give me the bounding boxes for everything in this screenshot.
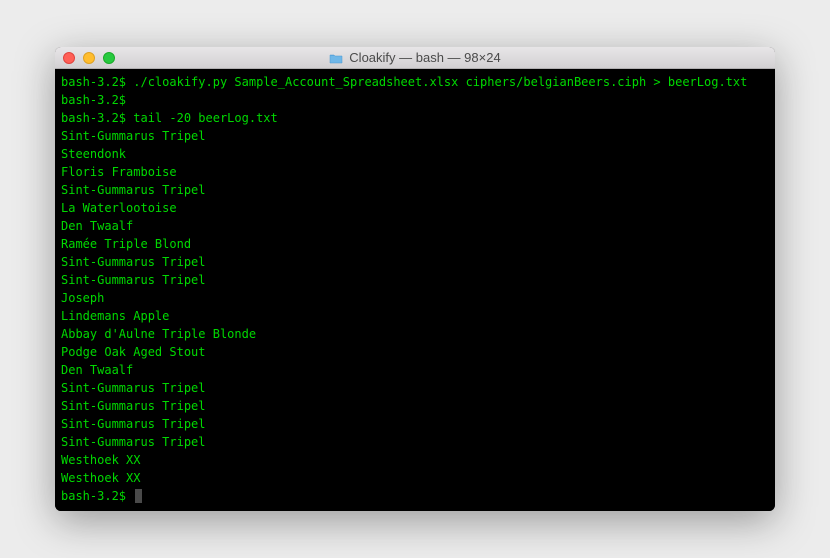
prompt: bash-3.2$ — [61, 75, 133, 89]
output-text: Lindemans Apple — [61, 309, 169, 323]
terminal-line: bash-3.2$ ./cloakify.py Sample_Account_S… — [61, 73, 769, 91]
terminal-line: bash-3.2$ tail -20 beerLog.txt — [61, 109, 769, 127]
command-text: ./cloakify.py Sample_Account_Spreadsheet… — [133, 75, 747, 89]
terminal-line: Ramée Triple Blond — [61, 235, 769, 253]
terminal-line: Lindemans Apple — [61, 307, 769, 325]
prompt: bash-3.2$ — [61, 489, 133, 503]
terminal-line: Floris Framboise — [61, 163, 769, 181]
output-text: Joseph — [61, 291, 104, 305]
titlebar[interactable]: Cloakify — bash — 98×24 — [55, 47, 775, 69]
terminal-body[interactable]: bash-3.2$ ./cloakify.py Sample_Account_S… — [55, 69, 775, 511]
terminal-line: Joseph — [61, 289, 769, 307]
output-text: Steendonk — [61, 147, 126, 161]
cursor — [135, 489, 142, 503]
output-text: Den Twaalf — [61, 363, 133, 377]
output-text: Ramée Triple Blond — [61, 237, 191, 251]
output-text: Sint-Gummarus Tripel — [61, 435, 206, 449]
terminal-line: bash-3.2$ — [61, 487, 769, 505]
terminal-line: Sint-Gummarus Tripel — [61, 127, 769, 145]
command-text: tail -20 beerLog.txt — [133, 111, 278, 125]
terminal-line: Sint-Gummarus Tripel — [61, 271, 769, 289]
output-text: Den Twaalf — [61, 219, 133, 233]
terminal-line: Westhoek XX — [61, 469, 769, 487]
terminal-line: La Waterlootoise — [61, 199, 769, 217]
window-title: Cloakify — bash — 98×24 — [55, 50, 775, 65]
terminal-line: Sint-Gummarus Tripel — [61, 415, 769, 433]
terminal-line: Westhoek XX — [61, 451, 769, 469]
output-text: Sint-Gummarus Tripel — [61, 129, 206, 143]
terminal-line: Sint-Gummarus Tripel — [61, 253, 769, 271]
output-text: Abbay d'Aulne Triple Blonde — [61, 327, 256, 341]
output-text: Sint-Gummarus Tripel — [61, 255, 206, 269]
prompt: bash-3.2$ — [61, 93, 133, 107]
output-text: Sint-Gummarus Tripel — [61, 399, 206, 413]
terminal-line: Sint-Gummarus Tripel — [61, 433, 769, 451]
close-icon[interactable] — [63, 52, 75, 64]
minimize-icon[interactable] — [83, 52, 95, 64]
output-text: Floris Framboise — [61, 165, 177, 179]
terminal-line: Sint-Gummarus Tripel — [61, 181, 769, 199]
prompt: bash-3.2$ — [61, 111, 133, 125]
output-text: Podge Oak Aged Stout — [61, 345, 206, 359]
terminal-line: Sint-Gummarus Tripel — [61, 379, 769, 397]
terminal-line: Podge Oak Aged Stout — [61, 343, 769, 361]
terminal-line: Abbay d'Aulne Triple Blonde — [61, 325, 769, 343]
terminal-line: Den Twaalf — [61, 361, 769, 379]
output-text: La Waterlootoise — [61, 201, 177, 215]
terminal-line: Steendonk — [61, 145, 769, 163]
terminal-line: Den Twaalf — [61, 217, 769, 235]
output-text: Westhoek XX — [61, 471, 140, 485]
terminal-window: Cloakify — bash — 98×24 bash-3.2$ ./cloa… — [55, 47, 775, 511]
output-text: Westhoek XX — [61, 453, 140, 467]
folder-icon — [329, 52, 343, 63]
terminal-line: Sint-Gummarus Tripel — [61, 397, 769, 415]
maximize-icon[interactable] — [103, 52, 115, 64]
output-text: Sint-Gummarus Tripel — [61, 417, 206, 431]
terminal-line: bash-3.2$ — [61, 91, 769, 109]
output-text: Sint-Gummarus Tripel — [61, 183, 206, 197]
traffic-lights — [63, 52, 115, 64]
output-text: Sint-Gummarus Tripel — [61, 273, 206, 287]
output-text: Sint-Gummarus Tripel — [61, 381, 206, 395]
window-title-text: Cloakify — bash — 98×24 — [349, 50, 500, 65]
